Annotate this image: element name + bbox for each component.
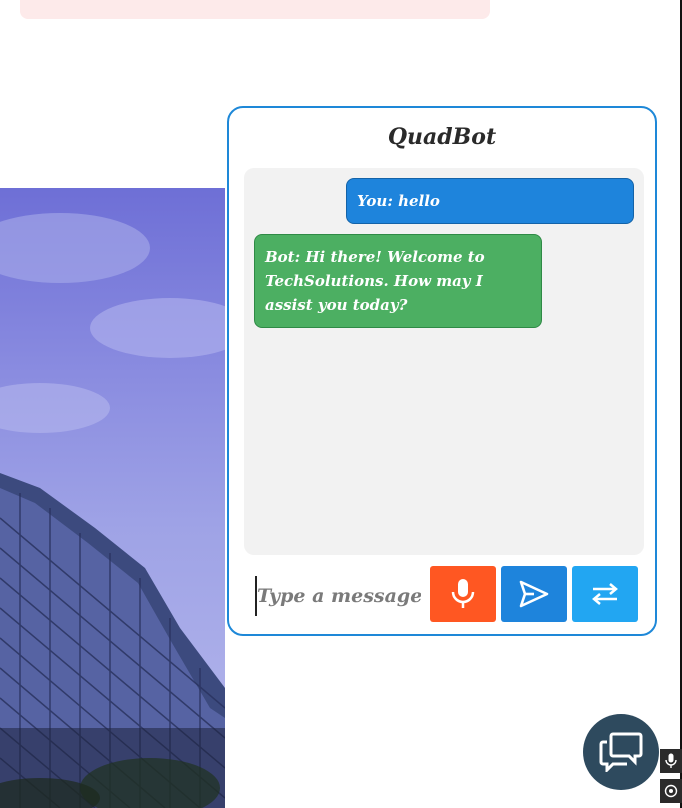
voice-input-button[interactable]	[430, 566, 496, 622]
input-row	[229, 566, 655, 624]
chat-window: QuadBot You: hello Bot: Hi there! Welcom…	[227, 106, 657, 636]
target-icon	[664, 784, 678, 798]
microphone-icon	[665, 753, 677, 768]
message-input[interactable]	[255, 576, 421, 616]
swap-button[interactable]	[572, 566, 638, 622]
side-voice-button[interactable]	[660, 749, 682, 773]
side-target-button[interactable]	[660, 779, 682, 803]
alert-banner	[20, 0, 490, 19]
user-message: You: hello	[346, 178, 634, 224]
chat-title: QuadBot	[387, 124, 497, 150]
message-list: You: hello Bot: Hi there! Welcome to Tec…	[244, 168, 644, 555]
chat-bubbles-icon	[599, 732, 643, 772]
microphone-icon	[451, 579, 475, 608]
swap-arrows-icon	[592, 583, 618, 605]
bot-message: Bot: Hi there! Welcome to TechSolutions.…	[254, 234, 542, 328]
background-building-image	[0, 188, 225, 808]
chat-toggle-button[interactable]	[583, 714, 659, 790]
send-icon	[519, 580, 549, 608]
send-button[interactable]	[501, 566, 567, 622]
